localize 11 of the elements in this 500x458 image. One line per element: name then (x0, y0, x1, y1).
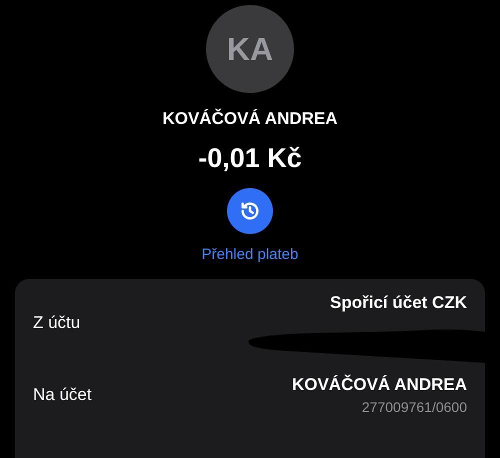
history-link[interactable]: Přehled plateb (202, 246, 298, 263)
avatar: KA (206, 5, 294, 93)
account-number: 277009761/0600 (362, 399, 467, 415)
detail-label: Z účtu (33, 313, 80, 333)
history-button[interactable] (227, 188, 273, 234)
amount: -0,01 Kč (198, 143, 302, 174)
detail-value: KOVÁČOVÁ ANDREA (292, 375, 467, 395)
detail-value: Spořicí účet CZK (330, 293, 467, 313)
history-icon (239, 200, 261, 222)
recipient-name: KOVÁČOVÁ ANDREA (162, 109, 338, 129)
detail-label: Na účet (33, 385, 92, 405)
